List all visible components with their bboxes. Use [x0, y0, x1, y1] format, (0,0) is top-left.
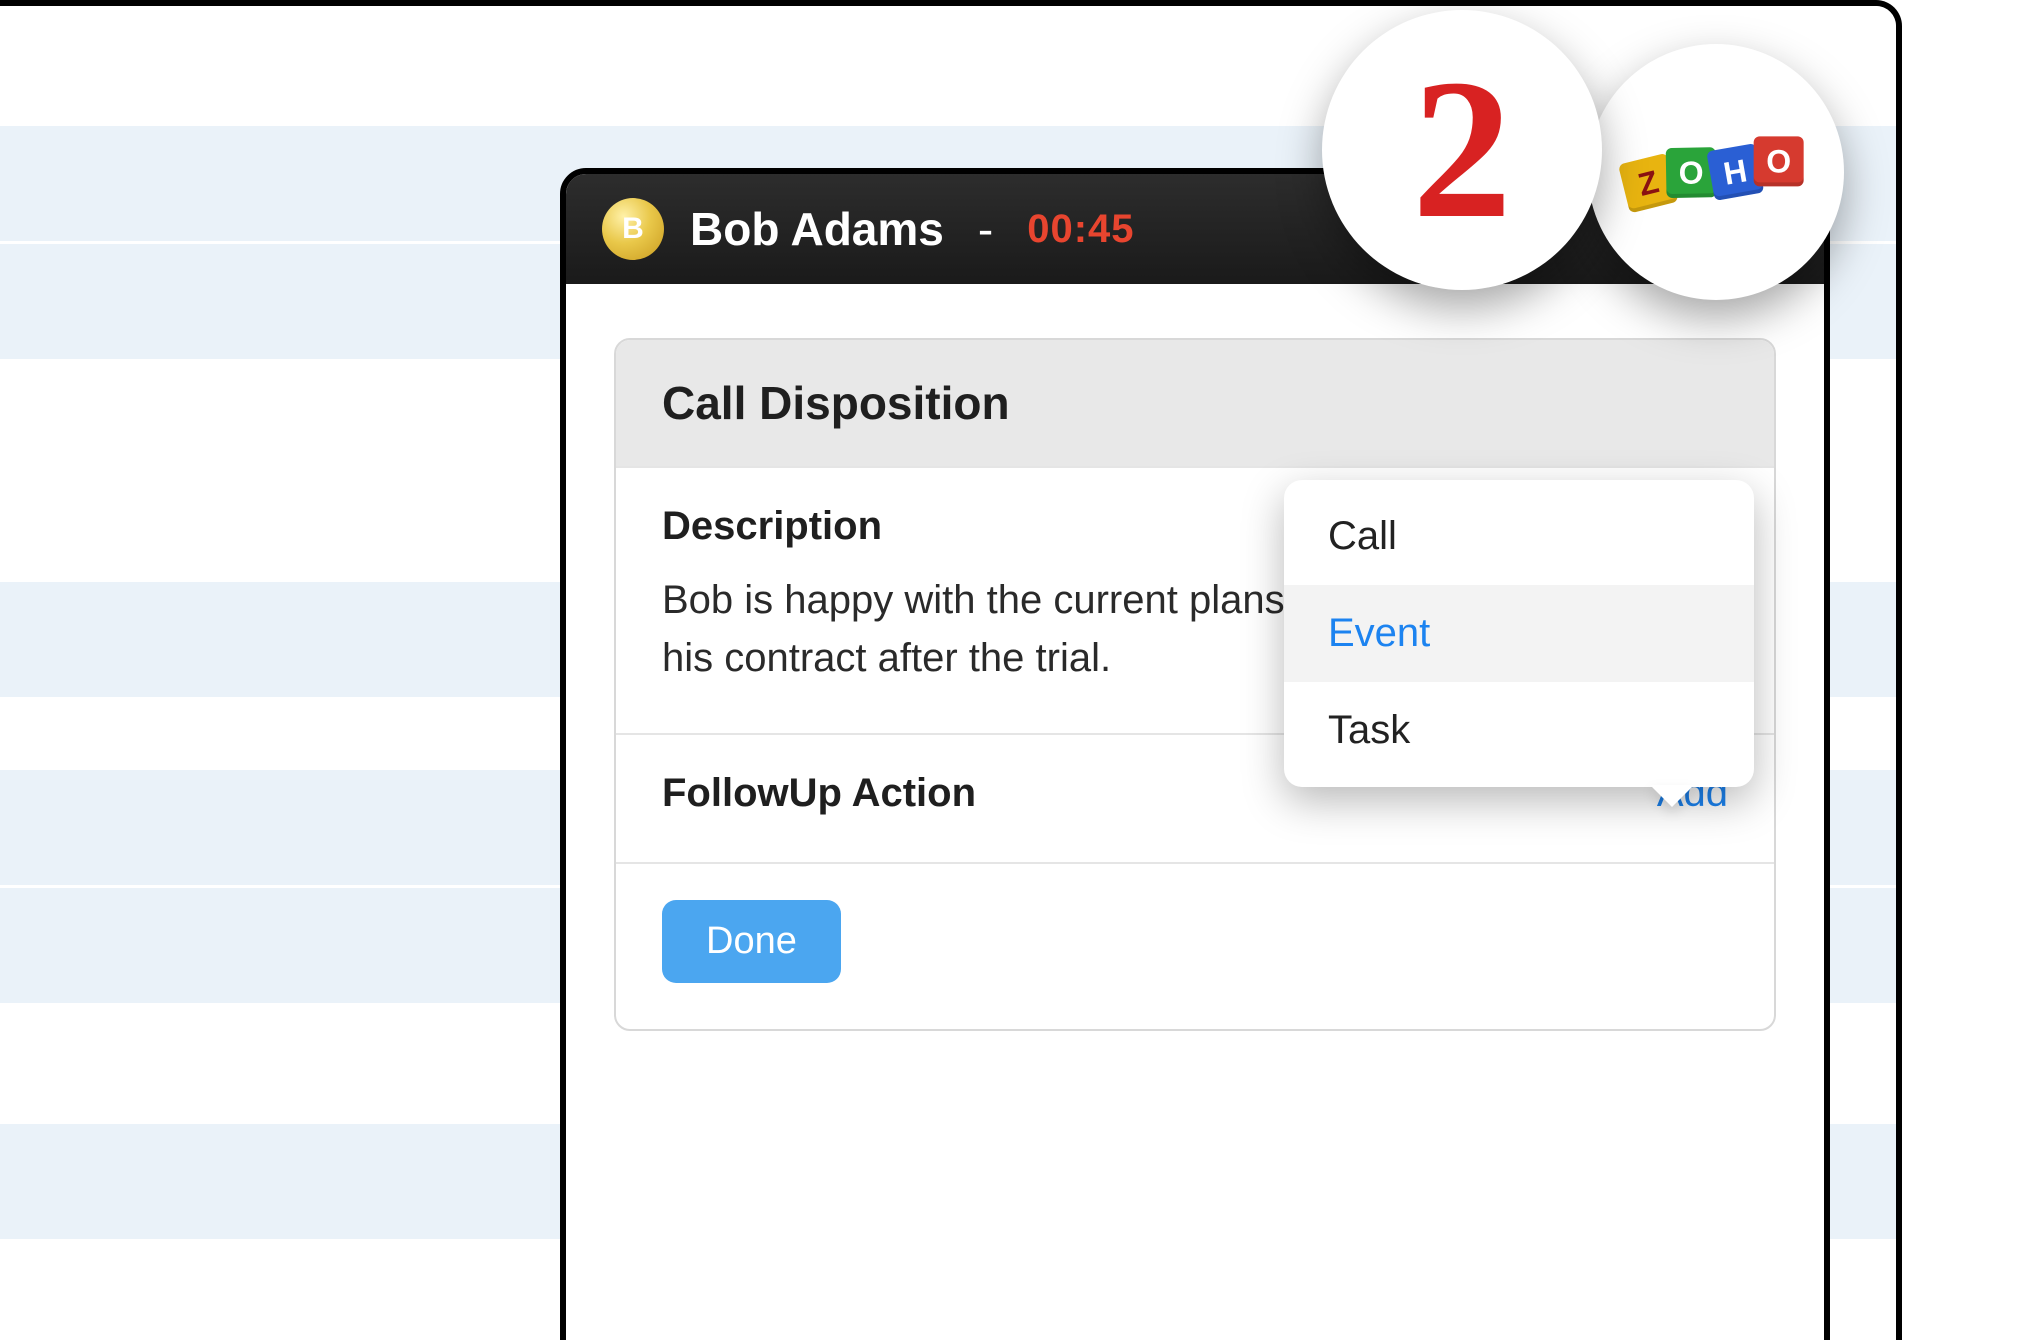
dropdown-item-call[interactable]: Call: [1284, 488, 1754, 585]
call-panel: B Bob Adams - 00:45 Call Disposition Des…: [560, 168, 1830, 1340]
separator: -: [978, 202, 993, 256]
followup-label: FollowUp Action: [662, 771, 976, 816]
card-title: Call Disposition: [616, 340, 1774, 466]
disposition-card: Call Disposition Description Bob is happ…: [614, 338, 1776, 1031]
zoho-logo-icon: Z O H O: [1626, 138, 1806, 206]
done-button[interactable]: Done: [662, 900, 841, 983]
dropdown-item-task[interactable]: Task: [1284, 682, 1754, 779]
followup-dropdown[interactable]: Call Event Task: [1284, 480, 1754, 787]
call-panel-body: Call Disposition Description Bob is happ…: [566, 284, 1824, 1051]
step-number: 2: [1412, 50, 1512, 250]
dropdown-item-event[interactable]: Event: [1284, 585, 1754, 682]
actions-section: Done: [616, 862, 1774, 1029]
contact-avatar: B: [602, 198, 664, 260]
step-number-badge: 2: [1322, 10, 1602, 290]
contact-name: Bob Adams: [690, 202, 944, 256]
call-timer: 00:45: [1027, 207, 1134, 252]
avatar-initial: B: [622, 212, 644, 246]
zoho-logo-badge: Z O H O: [1588, 44, 1844, 300]
